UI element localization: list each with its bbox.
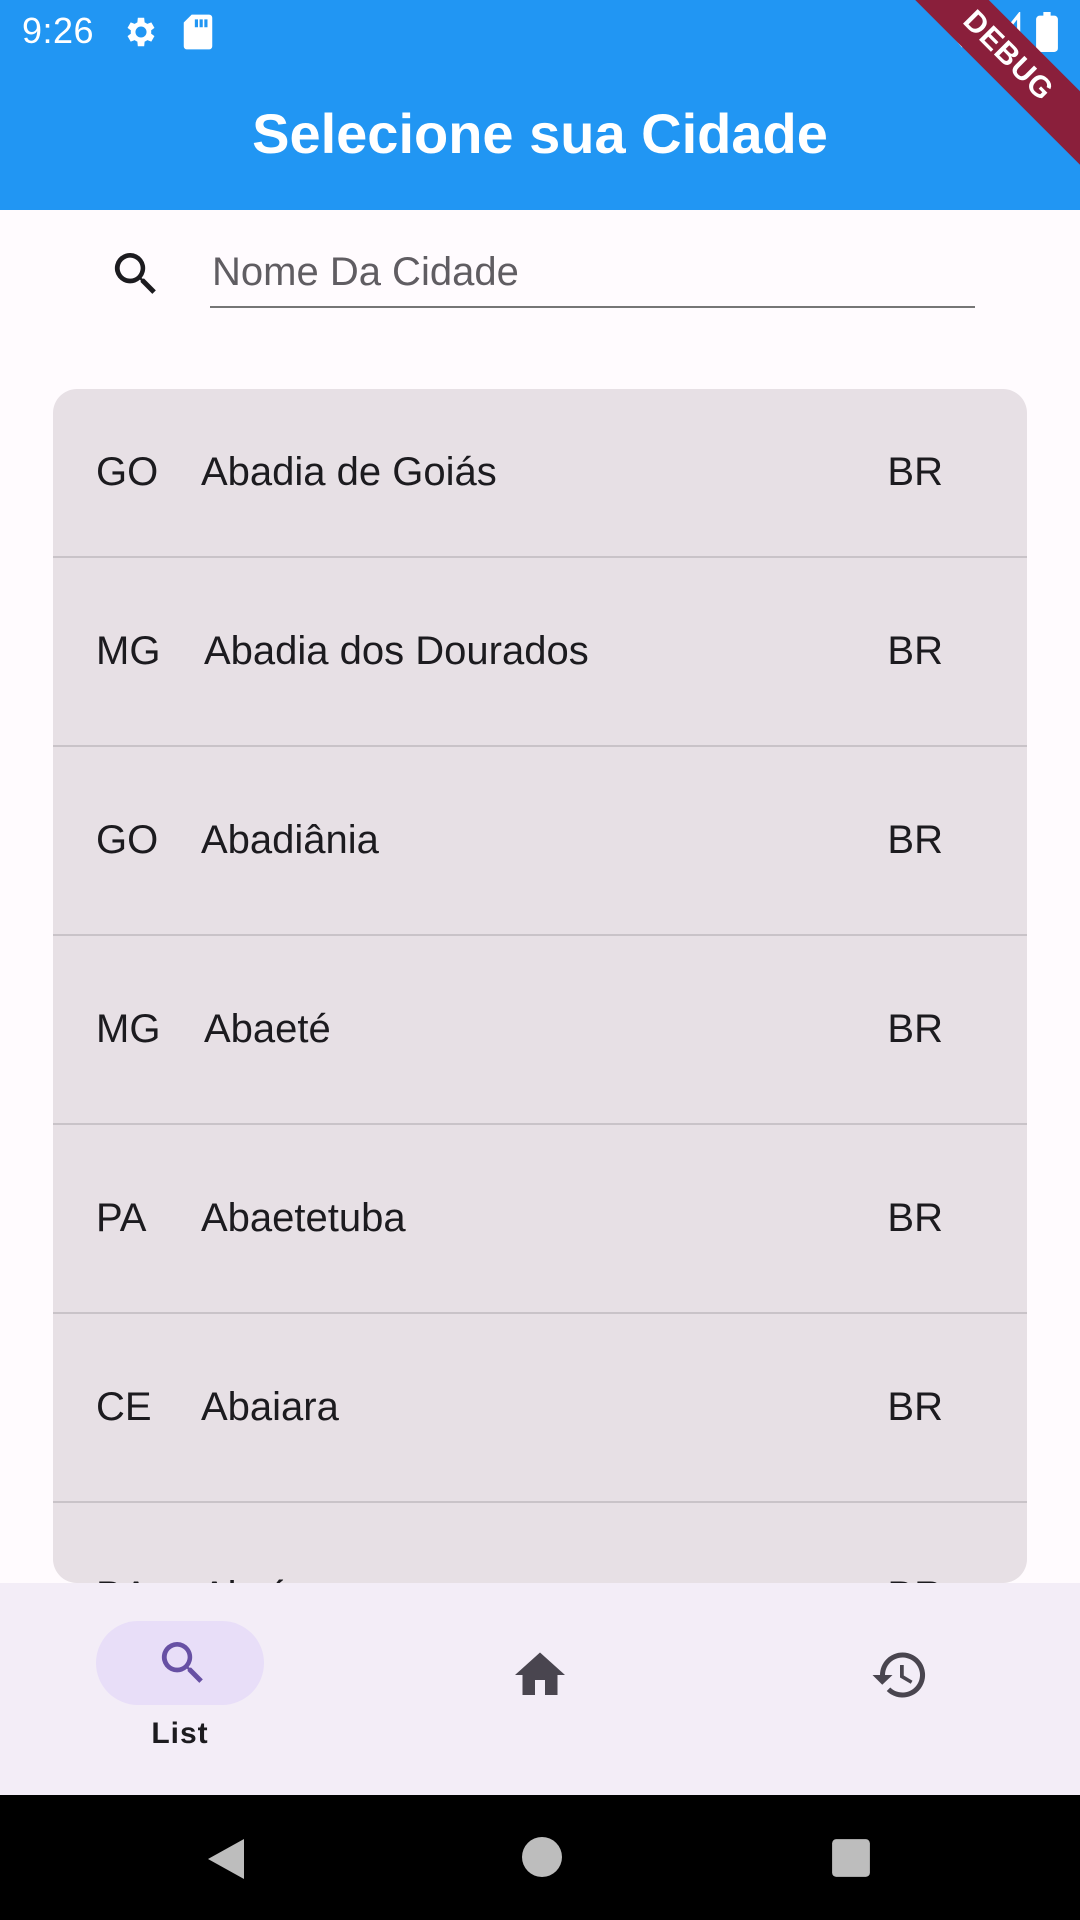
item-name: Abadia dos Dourados	[204, 629, 589, 673]
item-country: BR	[887, 1196, 943, 1240]
item-state: GO	[96, 818, 159, 862]
debug-banner: DEBUG	[897, 0, 1080, 167]
item-country: BR	[887, 629, 943, 673]
item-country: BR	[887, 1385, 943, 1429]
debug-banner-container: DEBUG	[880, 0, 1080, 200]
search-icon	[108, 246, 164, 302]
search-icon	[155, 1635, 211, 1696]
system-nav-bar	[0, 1795, 1080, 1920]
list-item[interactable]: MG Abadia dos Dourados BR	[53, 558, 1027, 747]
status-time: 9:26	[22, 10, 95, 51]
item-state: PA	[96, 1196, 147, 1240]
item-state: MG	[96, 629, 161, 673]
bottom-nav: List	[0, 1583, 1080, 1795]
sd-card-icon	[182, 13, 214, 56]
item-country: BR	[887, 1007, 943, 1051]
list-item[interactable]: BA Abaíra BR	[53, 1503, 1027, 1583]
item-state: GO	[96, 450, 159, 494]
item-name: Abadia de Goiás	[201, 450, 497, 494]
home-circle-icon[interactable]	[520, 1835, 564, 1884]
list-item[interactable]: PA Abaetetuba BR	[53, 1125, 1027, 1314]
item-country: BR	[887, 818, 943, 862]
item-name: Abaíra	[201, 1503, 319, 1583]
item-state: CE	[96, 1385, 152, 1429]
search-input[interactable]	[210, 248, 975, 308]
list-item[interactable]: MG Abaeté BR	[53, 936, 1027, 1125]
city-list: GO Abadia de Goiás BR MG Abadia dos Dour…	[53, 389, 1027, 1583]
item-name: Abaiara	[201, 1385, 339, 1429]
nav-item-history[interactable]	[780, 1583, 1020, 1795]
item-name: Abaeté	[204, 1007, 331, 1051]
nav-item-home[interactable]	[420, 1583, 660, 1795]
item-country: BR	[887, 1503, 943, 1583]
back-icon[interactable]	[204, 1835, 248, 1888]
gear-icon	[122, 13, 160, 56]
recents-icon[interactable]	[830, 1837, 872, 1884]
item-state: BA	[96, 1503, 206, 1583]
search-row	[0, 210, 1080, 340]
nav-item-list[interactable]: List	[53, 1583, 293, 1795]
list-item[interactable]: CE Abaiara BR	[53, 1314, 1027, 1503]
home-icon	[510, 1645, 570, 1710]
history-icon	[870, 1645, 930, 1710]
nav-label: List	[151, 1717, 209, 1750]
item-country: BR	[887, 450, 943, 494]
item-name: Abadiânia	[201, 818, 379, 862]
list-item[interactable]: GO Abadiânia BR	[53, 747, 1027, 936]
item-state: MG	[96, 1007, 161, 1051]
list-item[interactable]: GO Abadia de Goiás BR	[53, 389, 1027, 558]
item-name: Abaetetuba	[201, 1196, 406, 1240]
